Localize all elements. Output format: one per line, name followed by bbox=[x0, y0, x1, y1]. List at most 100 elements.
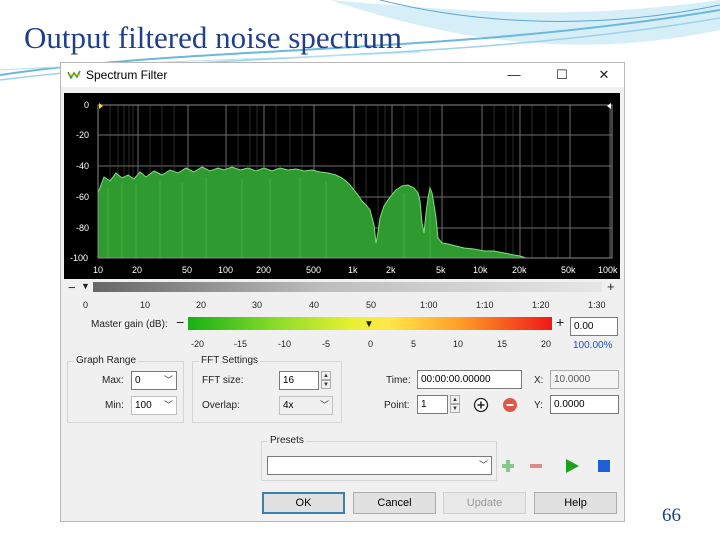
x-field[interactable]: 10.0000 bbox=[550, 370, 619, 389]
time-tick: 1:10 bbox=[476, 300, 494, 310]
fft-settings-title: FFT Settings bbox=[199, 355, 261, 366]
time-tick: 1:00 bbox=[420, 300, 438, 310]
max-label: Max: bbox=[102, 375, 124, 386]
gain-tick: 10 bbox=[453, 339, 464, 349]
spectrum-graph[interactable]: 0 -20 -40 -60 -80 -100 10 20 50 100 200 … bbox=[64, 93, 620, 279]
gain-tick: 0 bbox=[368, 339, 374, 349]
gain-tick: -15 bbox=[234, 339, 248, 349]
remove-point-icon bbox=[503, 398, 517, 412]
play-button[interactable] bbox=[562, 456, 582, 476]
stop-icon bbox=[598, 460, 610, 472]
fft-size-field[interactable]: 16 bbox=[279, 371, 319, 390]
x-tick: 20 bbox=[132, 265, 143, 275]
x-tick: 1k bbox=[348, 265, 358, 275]
x-tick: 20k bbox=[512, 265, 527, 275]
min-value: 100 bbox=[135, 400, 152, 411]
minus-icon bbox=[530, 464, 542, 468]
y-label: Y: bbox=[534, 400, 543, 411]
time-zoom-in-button[interactable]: + bbox=[607, 279, 615, 294]
chevron-down-icon: ﹀ bbox=[163, 400, 173, 410]
add-point-button[interactable] bbox=[471, 395, 491, 415]
min-dropdown[interactable]: 100 ﹀ bbox=[131, 396, 177, 415]
time-tick: 50 bbox=[366, 300, 377, 310]
point-label: Point: bbox=[384, 400, 410, 411]
chevron-down-icon: ﹀ bbox=[319, 400, 329, 410]
x-label: X: bbox=[534, 375, 544, 386]
start-handle-icon[interactable] bbox=[99, 103, 103, 109]
help-button[interactable]: Help bbox=[534, 492, 617, 514]
spectrum-filter-window: Spectrum Filter — ☐ ✕ 0 -20 -40 -60 -80 … bbox=[60, 62, 625, 522]
y-field[interactable]: 0.0000 bbox=[550, 395, 619, 414]
gain-percent-link[interactable]: 100.00% bbox=[573, 340, 612, 351]
max-value: 0 bbox=[135, 375, 141, 386]
app-icon bbox=[67, 69, 81, 81]
time-tick: 20 bbox=[196, 300, 207, 310]
close-button[interactable]: ✕ bbox=[586, 64, 622, 86]
gain-increase-button[interactable]: + bbox=[556, 314, 564, 330]
maximize-button[interactable]: ☐ bbox=[544, 64, 580, 86]
spectrum-plot bbox=[97, 103, 613, 259]
max-dropdown[interactable]: 0 ﹀ bbox=[131, 371, 177, 390]
gain-tick: 20 bbox=[541, 339, 552, 349]
graph-range-title: Graph Range bbox=[74, 355, 139, 366]
play-icon bbox=[566, 459, 579, 473]
spectrum-trace bbox=[97, 166, 527, 259]
time-dropdown-icon[interactable]: ▼ bbox=[81, 281, 90, 291]
x-tick: 200 bbox=[256, 265, 272, 275]
point-field[interactable]: 1 bbox=[417, 395, 448, 414]
ok-button[interactable]: OK bbox=[262, 492, 345, 514]
gain-value-field[interactable]: 0.00 bbox=[570, 317, 618, 336]
min-label: Min: bbox=[105, 400, 124, 411]
presets-group: Presets ﹀ bbox=[261, 435, 497, 481]
gain-slider-thumb-icon[interactable]: ▼ bbox=[364, 319, 374, 330]
cancel-button[interactable]: Cancel bbox=[353, 492, 436, 514]
time-field[interactable]: 00:00:00.00000 bbox=[417, 370, 522, 389]
gain-tick: -5 bbox=[322, 339, 331, 349]
add-point-icon bbox=[473, 397, 489, 413]
y-tick: -100 bbox=[70, 253, 89, 263]
remove-preset-button[interactable] bbox=[526, 456, 546, 476]
minimize-button[interactable]: — bbox=[496, 64, 532, 86]
overlap-dropdown[interactable]: 4x ﹀ bbox=[279, 396, 333, 415]
gain-tick: -10 bbox=[278, 339, 292, 349]
time-tick: 40 bbox=[309, 300, 320, 310]
x-tick: 10 bbox=[93, 265, 104, 275]
window-title: Spectrum Filter bbox=[86, 68, 168, 82]
x-tick: 5k bbox=[436, 265, 446, 275]
x-tick: 2k bbox=[386, 265, 396, 275]
add-preset-button[interactable] bbox=[498, 456, 518, 476]
master-gain-label: Master gain (dB): bbox=[91, 319, 168, 330]
time-tick: 10 bbox=[140, 300, 151, 310]
chevron-down-icon: ﹀ bbox=[163, 375, 173, 385]
presets-dropdown[interactable]: ﹀ bbox=[267, 456, 492, 475]
presets-title: Presets bbox=[268, 435, 306, 446]
y-tick: -20 bbox=[76, 130, 90, 140]
y-tick: -80 bbox=[76, 223, 90, 233]
fft-size-stepper[interactable]: ▲ ▼ bbox=[321, 371, 331, 390]
y-tick: 0 bbox=[84, 100, 90, 110]
x-tick: 100 bbox=[218, 265, 234, 275]
x-tick: 50 bbox=[182, 265, 193, 275]
fft-settings-group: FFT Settings FFT size: 16 ▲ ▼ Overlap: 4x… bbox=[192, 355, 342, 423]
remove-point-button[interactable] bbox=[500, 395, 520, 415]
gain-decrease-button[interactable]: − bbox=[176, 314, 184, 330]
point-stepper[interactable]: ▲ ▼ bbox=[450, 395, 460, 414]
overlap-value: 4x bbox=[283, 400, 294, 411]
fft-size-label: FFT size: bbox=[202, 375, 244, 386]
update-button[interactable]: Update bbox=[443, 492, 526, 514]
slide-page-number: 66 bbox=[662, 505, 681, 526]
y-tick: -40 bbox=[76, 161, 90, 171]
stop-button[interactable] bbox=[594, 456, 614, 476]
overlap-label: Overlap: bbox=[202, 400, 240, 411]
x-tick: 500 bbox=[306, 265, 322, 275]
title-bar: Spectrum Filter — ☐ ✕ bbox=[61, 63, 624, 87]
plus-icon bbox=[502, 460, 514, 472]
time-zoom-out-button[interactable]: − bbox=[68, 280, 76, 295]
time-tick: 1:20 bbox=[532, 300, 550, 310]
time-tick: 1:30 bbox=[588, 300, 606, 310]
x-tick: 100k bbox=[598, 265, 618, 275]
time-scrollbar[interactable] bbox=[93, 282, 602, 292]
slide-title: Output filtered noise spectrum bbox=[24, 20, 402, 55]
end-handle-icon[interactable] bbox=[607, 103, 611, 109]
time-tick: 30 bbox=[252, 300, 263, 310]
